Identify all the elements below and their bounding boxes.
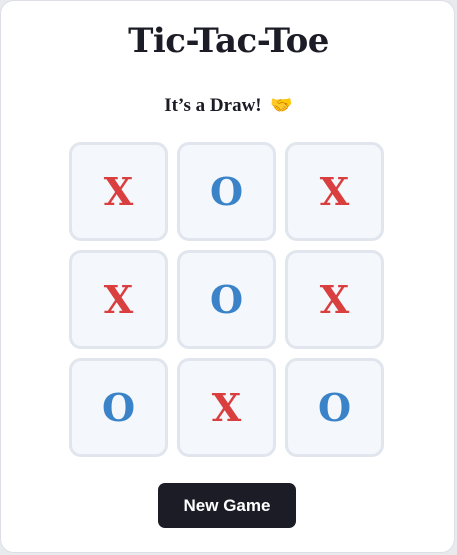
board-cell-3[interactable]: X: [285, 142, 384, 241]
board-cell-7[interactable]: O: [69, 358, 168, 457]
cell-mark: O: [209, 276, 244, 322]
handshake-icon: 🤝: [270, 95, 293, 116]
cell-mark: X: [319, 168, 350, 214]
cell-mark: O: [101, 384, 136, 430]
game-status: It’s a Draw! 🤝: [1, 95, 456, 117]
cell-mark: X: [319, 276, 350, 322]
game-title: Tic-Tac-Toe: [128, 21, 329, 61]
cell-mark: X: [103, 168, 134, 214]
game-board: X O X X O X O X O: [69, 142, 385, 458]
new-game-button[interactable]: New Game: [158, 483, 296, 528]
board-cell-8[interactable]: X: [177, 358, 276, 457]
game-card: Tic-Tac-Toe It’s a Draw! 🤝 X O X X O X O…: [0, 0, 455, 553]
board-cell-5[interactable]: O: [177, 250, 276, 349]
board-cell-1[interactable]: X: [69, 142, 168, 241]
board-cell-4[interactable]: X: [69, 250, 168, 349]
cell-mark: X: [211, 384, 242, 430]
board-cell-6[interactable]: X: [285, 250, 384, 349]
cell-mark: O: [209, 168, 244, 214]
board-cell-2[interactable]: O: [177, 142, 276, 241]
cell-mark: X: [103, 276, 134, 322]
board-cell-9[interactable]: O: [285, 358, 384, 457]
status-text: It’s a Draw!: [164, 95, 262, 116]
cell-mark: O: [317, 384, 352, 430]
